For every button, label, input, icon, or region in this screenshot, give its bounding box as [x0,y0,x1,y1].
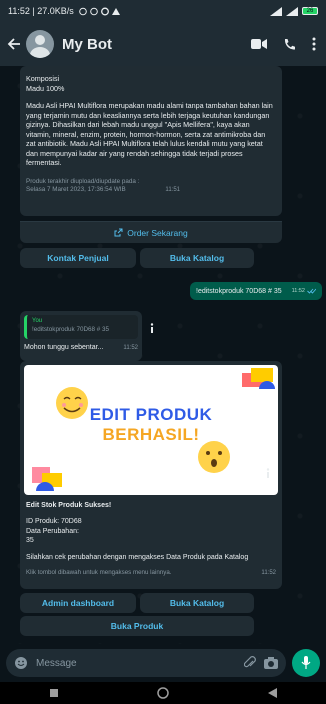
message-input[interactable]: Message [6,649,286,677]
open-catalog-button[interactable]: Buka Katalog [140,248,254,268]
message-time: 11:51 [165,187,180,193]
chat-header: My Bot [0,22,326,66]
message-input-bar: Message [0,644,326,682]
banner-subtitle: BERHASIL! [102,425,200,445]
open-product-button[interactable]: Buka Produk [20,616,254,636]
read-check-icon [307,288,316,294]
update-date: Selasa 7 Maret 2023, 17:36:54 WIB [26,186,126,193]
status-bar: 11:52 | 27.0KB/s 26 [0,0,326,22]
outgoing-time: 11:52 [291,288,305,294]
edit-title: Edit Stok Produk Sukses! [26,502,112,509]
edit-success-message: EDIT PRODUK BERHASIL! Edit Stok Produk S… [20,361,282,589]
external-link-icon [114,228,123,237]
outgoing-text: !editstokproduk 70D68 # 35 [196,287,282,295]
back-nav-icon[interactable] [267,688,277,698]
voice-message-button[interactable] [292,649,320,677]
product-description: Madu Asli HPAI Multiflora merupakan madu… [26,101,273,167]
instruction-text: Silahkan cek perubahan dengan mengakses … [26,553,249,561]
changes-value: 35 [26,537,34,545]
system-nav-bar [0,682,326,704]
more-options-icon[interactable] [312,37,316,51]
chat-title[interactable]: My Bot [62,36,251,53]
banner-title: EDIT PRODUK [89,405,213,424]
message-info-icon-2[interactable] [266,468,270,478]
hint-text: Klik tombol dibawah untuk mengakses menu… [26,568,172,576]
wait-message: You !editstokproduk 70D68 # 35 Mohon tun… [20,311,142,361]
signal-icon-2 [286,6,298,16]
signal-icon [270,6,282,16]
order-now-label: Order Sekarang [127,227,188,238]
product-info-message: Komposisi Madu 100% Madu Asli HPAI Multi… [20,66,282,216]
phone-icon[interactable] [283,38,296,51]
admin-dashboard-button[interactable]: Admin dashboard [20,593,136,613]
edit-success-banner[interactable]: EDIT PRODUK BERHASIL! [24,365,278,495]
recent-apps-icon[interactable] [49,689,58,697]
quote-author: You [32,318,43,324]
battery-icon: 26 [302,7,318,15]
attach-icon[interactable] [244,656,256,670]
notification-icons [78,7,120,15]
changes-label: Data Perubahan: [26,527,79,535]
section-label: Komposisi [26,74,60,83]
back-arrow-icon[interactable] [6,36,22,52]
status-time-speed: 11:52 | 27.0KB/s [8,6,74,16]
avatar[interactable] [26,30,54,58]
microphone-icon [301,656,311,669]
wait-time: 11:52 [123,345,138,351]
composition-text: Madu 100% [26,83,65,93]
chat-area[interactable]: Komposisi Madu 100% Madu Asli HPAI Multi… [0,66,326,644]
emoji-icon[interactable] [14,656,28,670]
quoted-message[interactable]: You !editstokproduk 70D68 # 35 [24,315,138,339]
wait-text: Mohon tunggu sebentar... [24,344,104,351]
update-label: Produk terakhir diupload/diupdate pada : [26,177,140,185]
edit-time: 11:52 [261,569,276,576]
message-info-icon[interactable] [150,323,154,333]
order-now-link[interactable]: Order Sekarang [20,221,282,243]
quote-text: !editstokproduk 70D68 # 35 [32,326,110,333]
outgoing-message: !editstokproduk 70D68 # 35 11:52 [190,282,322,300]
home-icon[interactable] [156,687,169,699]
camera-icon[interactable] [264,657,278,669]
contact-seller-button[interactable]: Kontak Penjual [20,248,136,268]
open-catalog-button-2[interactable]: Buka Katalog [140,593,254,613]
product-id: ID Produk: 70D68 [26,518,82,526]
message-placeholder: Message [36,657,77,669]
video-call-icon[interactable] [251,38,267,50]
